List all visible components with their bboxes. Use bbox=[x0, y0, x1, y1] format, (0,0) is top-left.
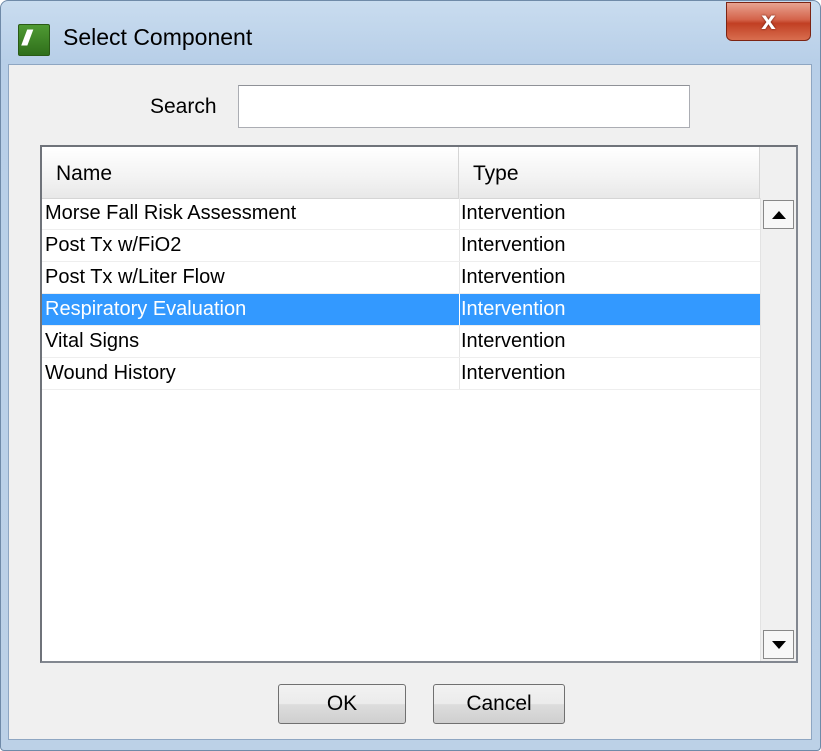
cell-name: Respiratory Evaluation bbox=[45, 298, 247, 320]
app-logo-icon: /// bbox=[18, 24, 50, 56]
table-row[interactable]: Post Tx w/FiO2 Intervention bbox=[42, 230, 760, 262]
column-separator bbox=[459, 326, 460, 357]
cell-type: Intervention bbox=[461, 330, 566, 352]
window-title: Select Component bbox=[63, 24, 253, 50]
cancel-button[interactable]: Cancel bbox=[433, 684, 565, 724]
table-header: Name Type bbox=[42, 147, 760, 199]
table-body: Morse Fall Risk Assessment Intervention Po… bbox=[42, 198, 760, 390]
scroll-down-button[interactable] bbox=[763, 630, 794, 659]
cell-type: Intervention bbox=[461, 362, 566, 384]
close-icon: x bbox=[761, 5, 776, 35]
app-logo-glyph: /// bbox=[22, 27, 31, 50]
cell-name: Morse Fall Risk Assessment bbox=[45, 202, 297, 224]
cell-name: Post Tx w/Liter Flow bbox=[45, 266, 225, 288]
vertical-scrollbar[interactable] bbox=[760, 198, 796, 661]
cell-name: Post Tx w/FiO2 bbox=[45, 234, 182, 256]
cell-name: Wound History bbox=[45, 362, 176, 384]
component-table: Name Type Morse Fall Risk Assessment Inte… bbox=[40, 145, 798, 663]
column-header-name[interactable]: Name bbox=[42, 147, 459, 198]
arrow-down-icon bbox=[771, 640, 786, 649]
search-label: Search bbox=[150, 95, 217, 118]
search-input[interactable] bbox=[238, 85, 690, 128]
table-row[interactable]: Wound History Intervention bbox=[42, 358, 760, 390]
column-separator bbox=[459, 262, 460, 293]
table-row[interactable]: Post Tx w/Liter Flow Intervention bbox=[42, 262, 760, 294]
table-row[interactable]: Vital Signs Intervention bbox=[42, 326, 760, 358]
cell-name: Vital Signs bbox=[45, 330, 140, 352]
scroll-up-button[interactable] bbox=[763, 200, 794, 229]
title-bar[interactable]: /// Select Component x bbox=[1, 1, 820, 71]
column-header-type[interactable]: Type bbox=[459, 147, 760, 198]
cell-type: Intervention bbox=[461, 298, 566, 320]
dialog-body: Search Name Type Morse Fall Risk Assessm… bbox=[8, 64, 812, 740]
cell-type: Intervention bbox=[461, 266, 566, 288]
cell-type: Intervention bbox=[461, 234, 566, 256]
header-corner bbox=[760, 147, 796, 198]
ok-button[interactable]: OK bbox=[278, 684, 406, 724]
column-separator bbox=[459, 230, 460, 261]
close-button[interactable]: x bbox=[726, 2, 811, 41]
table-row[interactable]: Respiratory Evaluation Intervention bbox=[42, 294, 760, 326]
column-separator bbox=[459, 358, 460, 389]
column-separator bbox=[459, 294, 460, 325]
column-separator bbox=[459, 198, 460, 229]
cell-type: Intervention bbox=[461, 202, 566, 224]
arrow-up-icon bbox=[771, 210, 786, 219]
table-row[interactable]: Morse Fall Risk Assessment Intervention bbox=[42, 198, 760, 230]
select-component-dialog: /// Select Component x Search Name Type … bbox=[0, 0, 821, 751]
